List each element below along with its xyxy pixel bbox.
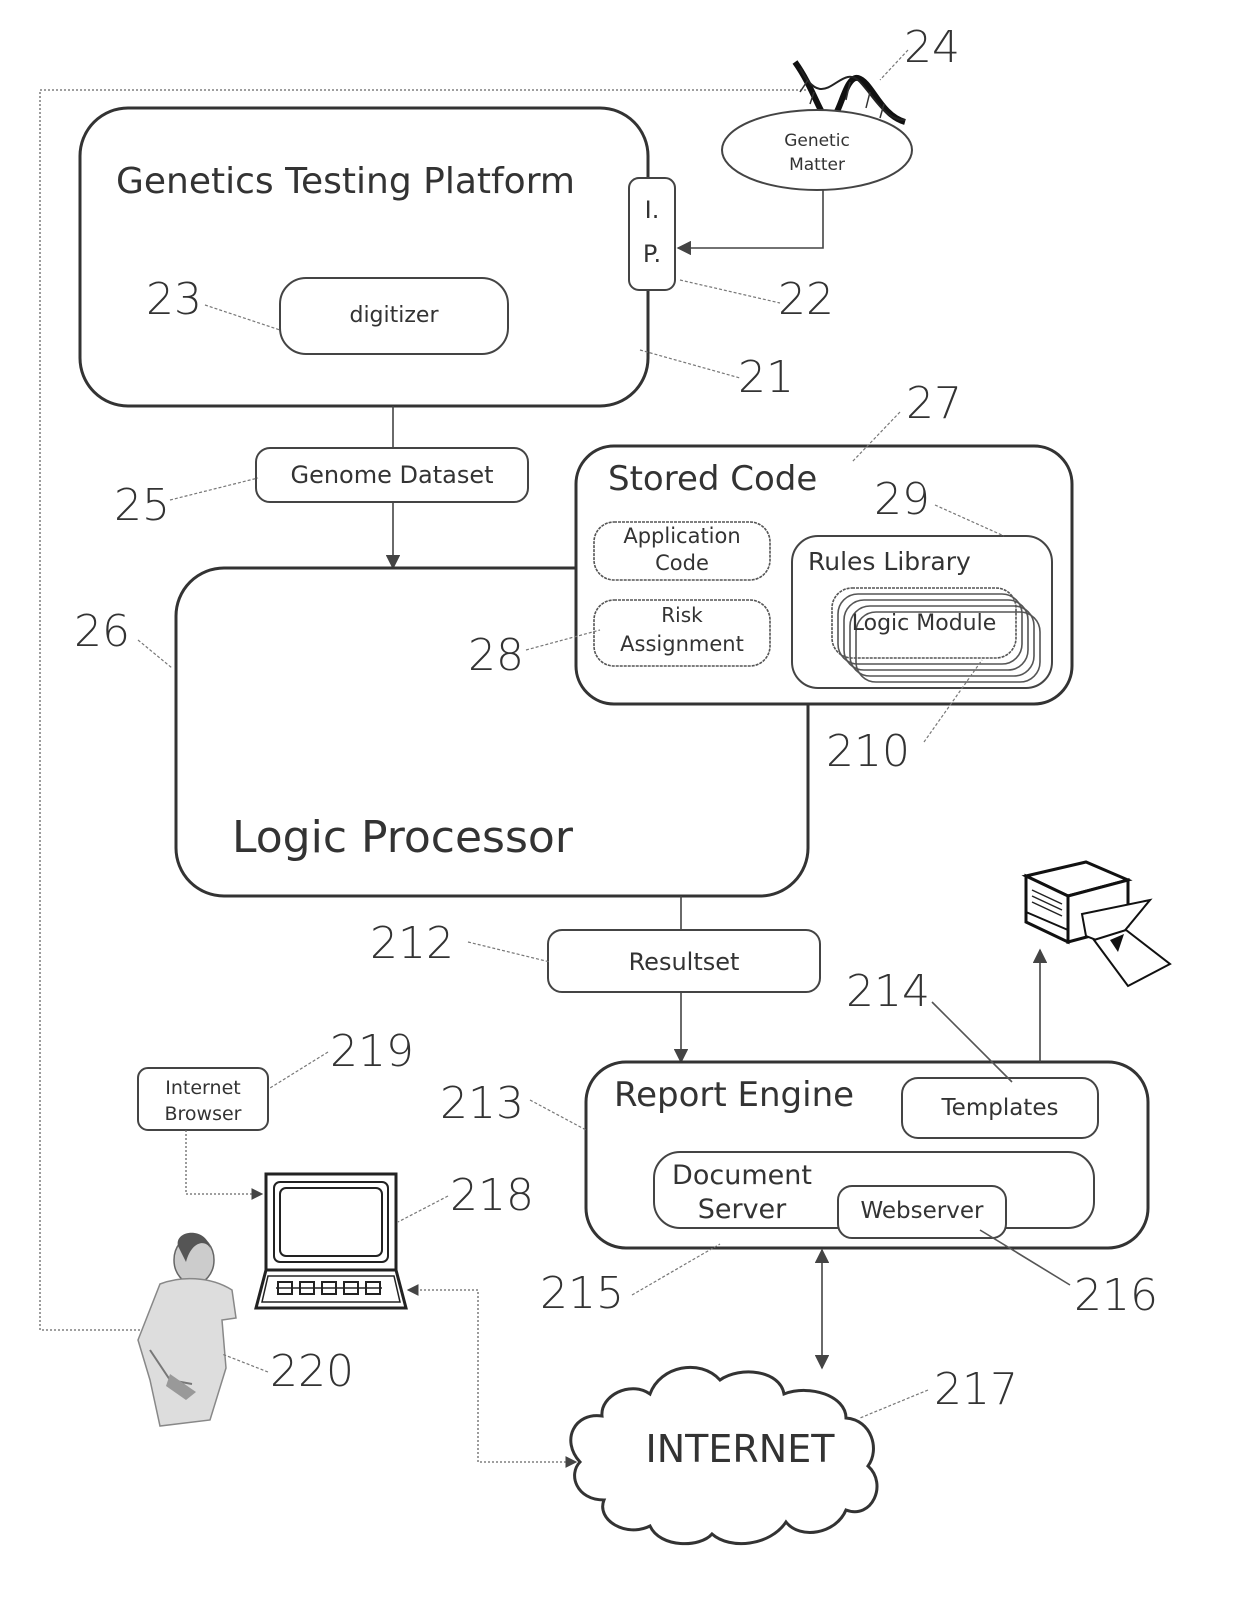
ref-215: 215 <box>540 1268 624 1319</box>
application-code-label-2: Code <box>655 551 709 575</box>
internet-browser-label-1: Internet <box>165 1077 240 1099</box>
browser-to-computer-arrow <box>185 1130 264 1200</box>
person-figure-icon[interactable] <box>137 1232 237 1427</box>
ref-28: 28 <box>468 630 524 681</box>
genetics-testing-platform-block[interactable]: Genetics Testing Platform <box>78 106 650 408</box>
logic-module-label: Logic Module <box>852 611 997 636</box>
rules-library-label: Rules Library <box>808 547 971 576</box>
document-server-label-2: Server <box>698 1194 787 1225</box>
logic-processor-label: Logic Processor <box>232 812 574 863</box>
ref-220: 220 <box>270 1346 354 1397</box>
templates-label: Templates <box>941 1095 1059 1121</box>
document-server-label-1: Document <box>672 1160 812 1191</box>
cloud-icon[interactable]: INTERNET <box>569 1365 879 1546</box>
genetic-matter-node[interactable]: Genetic Matter <box>721 109 913 191</box>
computer-terminal-icon[interactable] <box>254 1172 408 1310</box>
ref-213: 213 <box>440 1078 524 1129</box>
internet-browser-label-2: Browser <box>165 1103 242 1125</box>
genetic-matter-label-2: Matter <box>789 155 845 175</box>
digitizer-label: digitizer <box>349 303 439 328</box>
webserver-label: Webserver <box>861 1198 984 1224</box>
ref-23: 23 <box>146 274 202 325</box>
genetic-matter-label-1: Genetic <box>784 131 850 151</box>
ref-29: 29 <box>874 474 930 525</box>
genome-dataset-label: Genome Dataset <box>290 461 493 489</box>
ref-214: 214 <box>846 966 930 1017</box>
interface-port-block[interactable]: I. P. <box>628 177 676 291</box>
genetic-matter-to-port-arrow <box>676 190 824 256</box>
report-engine-label: Report Engine <box>614 1075 854 1115</box>
ref-216: 216 <box>1074 1270 1158 1321</box>
block-diagram: Genetics Testing Platform digitizer 23 I… <box>39 22 1172 1546</box>
ref-25: 25 <box>114 480 170 531</box>
interface-port-label-2: P. <box>643 240 661 268</box>
risk-assignment-label-2: Assignment <box>620 632 744 656</box>
templates-block[interactable]: Templates <box>901 1077 1099 1139</box>
printer-icon[interactable] <box>1021 860 1172 988</box>
risk-assignment-label-1: Risk <box>661 603 703 627</box>
interface-port-label-1: I. <box>645 196 660 224</box>
resultset-block[interactable]: Resultset <box>547 929 821 993</box>
internet-label: INTERNET <box>646 1427 836 1471</box>
application-code-label-1: Application <box>623 524 740 548</box>
ref-26: 26 <box>74 606 130 657</box>
ref-218: 218 <box>450 1170 534 1221</box>
internet-browser-block[interactable]: Internet Browser <box>137 1067 269 1131</box>
ref-24: 24 <box>904 22 960 73</box>
ref-217: 217 <box>934 1364 1018 1415</box>
ref-21: 21 <box>738 352 794 403</box>
ref-212: 212 <box>370 918 454 969</box>
ref-219: 219 <box>330 1026 414 1077</box>
ref-210: 210 <box>826 726 910 777</box>
stored-code-label: Stored Code <box>608 459 817 499</box>
ref-22: 22 <box>778 274 834 325</box>
genetics-platform-label: Genetics Testing Platform <box>116 161 575 202</box>
resultset-label: Resultset <box>629 948 740 976</box>
genome-dataset-block[interactable]: Genome Dataset <box>255 447 529 503</box>
digitizer-block[interactable]: digitizer <box>279 277 509 355</box>
ref-27: 27 <box>906 378 962 429</box>
